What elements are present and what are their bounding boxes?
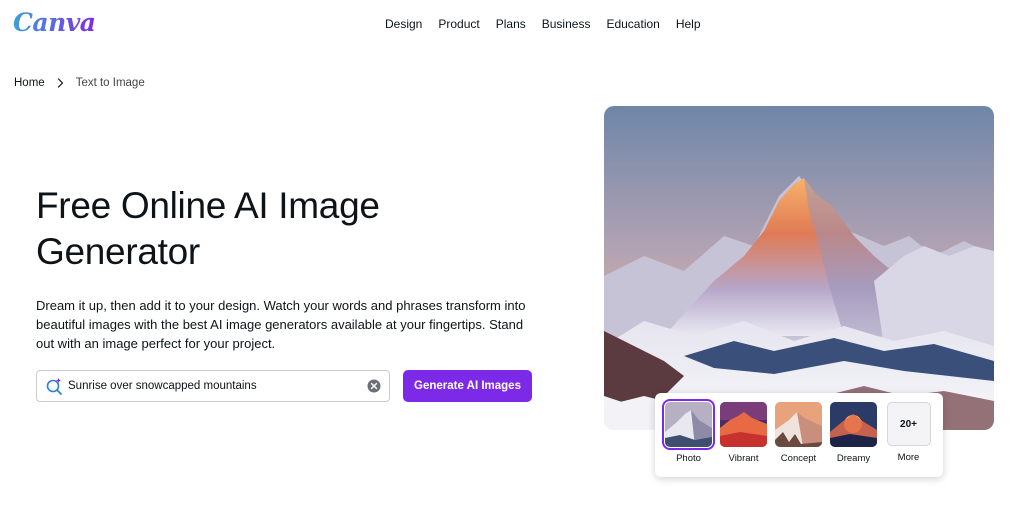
- nav-education[interactable]: Education: [606, 17, 659, 31]
- page-description: Dream it up, then add it to your design.…: [36, 298, 526, 351]
- prompt-input[interactable]: [68, 372, 367, 400]
- style-selector: Photo Vibrant Concept Dreamy 20+ More: [655, 393, 943, 477]
- breadcrumb-home[interactable]: Home: [14, 77, 45, 89]
- chevron-right-icon: [57, 78, 63, 88]
- style-option-photo[interactable]: Photo: [662, 399, 715, 477]
- style-label-dreamy: Dreamy: [836, 453, 871, 464]
- style-option-vibrant[interactable]: Vibrant: [720, 402, 767, 477]
- style-option-more[interactable]: 20+ More: [885, 402, 932, 477]
- style-option-dreamy[interactable]: Dreamy: [830, 402, 877, 477]
- more-styles-badge: 20+: [886, 402, 931, 446]
- main-nav: Design Product Plans Business Education …: [385, 17, 701, 31]
- page-title: Free Online AI Image Generator: [36, 185, 380, 272]
- style-thumb-concept: [775, 402, 822, 447]
- style-thumb-dreamy: [830, 402, 877, 447]
- hero-mountain-image: [604, 106, 994, 430]
- generate-ai-images-button[interactable]: Generate AI Images: [403, 370, 532, 402]
- prompt-box: [36, 370, 390, 402]
- breadcrumb: Home Text to Image: [14, 77, 145, 89]
- nav-product[interactable]: Product: [438, 17, 479, 31]
- canva-logo[interactable]: Canva: [13, 8, 96, 37]
- clear-icon[interactable]: [367, 379, 381, 393]
- style-thumb-vibrant: [720, 402, 767, 447]
- style-label-concept: Concept: [780, 453, 817, 464]
- style-label-more: More: [897, 452, 920, 463]
- style-label-photo: Photo: [676, 453, 701, 464]
- magic-search-icon: [46, 378, 62, 395]
- nav-plans[interactable]: Plans: [496, 17, 526, 31]
- nav-help[interactable]: Help: [676, 17, 701, 31]
- style-option-concept[interactable]: Concept: [775, 402, 822, 477]
- style-thumb-photo: [662, 399, 715, 450]
- breadcrumb-current: Text to Image: [75, 77, 145, 89]
- style-label-vibrant: Vibrant: [728, 453, 759, 464]
- nav-design[interactable]: Design: [385, 17, 422, 31]
- mountain-illustration: [604, 106, 994, 430]
- nav-business[interactable]: Business: [542, 17, 591, 31]
